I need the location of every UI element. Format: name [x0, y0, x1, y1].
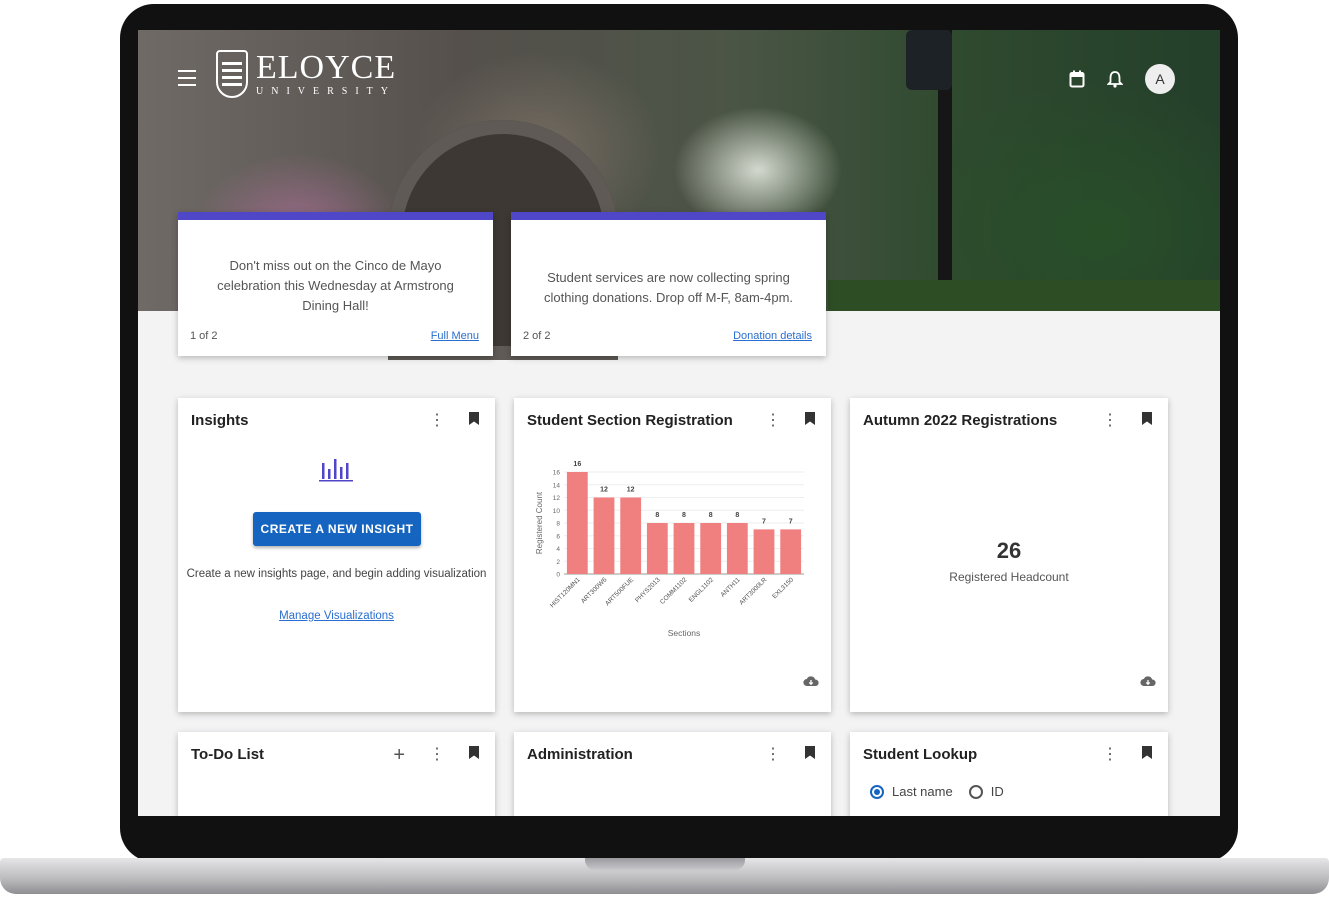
crest-icon	[216, 50, 248, 98]
x-tick-label: ANTH11	[720, 576, 743, 599]
data-label: 16	[573, 461, 581, 468]
more-options-icon[interactable]: ⋮	[1102, 746, 1118, 764]
insights-card: Insights ⋮ CREATE A NEW INSIGHT Create a…	[178, 398, 495, 712]
card-title: Autumn 2022 Registrations	[863, 412, 1058, 429]
bell-icon[interactable]	[1107, 70, 1123, 88]
y-tick-label: 14	[553, 482, 561, 489]
headcount-label: Registered Headcount	[949, 570, 1069, 584]
x-tick-label: COMM1102	[659, 576, 689, 606]
y-tick-label: 2	[556, 559, 560, 566]
y-tick-label: 8	[556, 521, 560, 528]
card-title: Insights	[191, 412, 249, 429]
x-axis-label: Sections	[668, 628, 701, 638]
id-label: ID	[990, 784, 1004, 799]
x-tick-label: PHYS2013	[634, 576, 662, 604]
data-label: 7	[762, 518, 766, 525]
data-label: 8	[735, 512, 739, 519]
card-title: To-Do List	[191, 746, 265, 763]
y-tick-label: 4	[556, 546, 560, 553]
chart-bar	[620, 497, 642, 574]
chart-bar	[753, 529, 775, 574]
card-title: Student Section Registration	[527, 412, 733, 429]
cloud-download-icon[interactable]	[1140, 674, 1156, 692]
last-name-radio[interactable]	[870, 784, 884, 799]
bookmark-icon[interactable]	[469, 746, 479, 764]
chart-bar	[780, 529, 802, 574]
chart-bar	[646, 523, 668, 574]
user-avatar[interactable]: A	[1145, 64, 1175, 94]
data-label: 8	[682, 512, 686, 519]
data-label: 8	[655, 512, 659, 519]
announcement-card-2: Student services are now collecting spri…	[511, 212, 826, 356]
menu-icon[interactable]	[178, 70, 196, 86]
more-options-icon[interactable]: ⋮	[765, 412, 781, 430]
lookup-options: Last name ID	[870, 784, 1004, 799]
laptop-notch	[585, 858, 745, 870]
chart-bar	[673, 523, 695, 574]
y-tick-label: 0	[556, 572, 560, 579]
brand-name: ELOYCE	[256, 49, 397, 86]
id-radio[interactable]	[968, 784, 983, 799]
chart-bar	[566, 472, 588, 574]
data-label: 12	[627, 487, 635, 494]
bookmark-icon[interactable]	[805, 746, 815, 764]
bookmark-icon[interactable]	[469, 412, 479, 430]
last-name-label: Last name	[892, 784, 953, 799]
registration-card: Student Section Registration ⋮ 0 2 4 6 8 10 12…	[514, 398, 831, 712]
announcement-count: 1 of 2	[190, 330, 218, 342]
chart-bar	[726, 523, 748, 574]
y-tick-label: 16	[553, 470, 561, 477]
administration-card: Administration ⋮	[514, 732, 831, 816]
full-menu-link[interactable]: Full Menu	[431, 330, 479, 342]
y-tick-label: 12	[553, 495, 561, 502]
registration-chart: 0 2 4 6 8 10 12 14 16 16 HIST120MN1 12 ART300W6 12 ART…	[535, 461, 804, 638]
data-label: 12	[600, 487, 608, 494]
bookmark-icon[interactable]	[1142, 412, 1152, 430]
more-options-icon[interactable]: ⋮	[765, 746, 781, 764]
more-options-icon[interactable]: ⋮	[429, 746, 445, 764]
manage-visualizations-link[interactable]: Manage Visualizations	[178, 610, 495, 622]
bookmark-icon[interactable]	[805, 412, 815, 430]
screen: ELOYCE UNIVERSITY A Don't miss out on th…	[138, 30, 1220, 816]
brand-subtitle: UNIVERSITY	[256, 86, 396, 97]
calendar-icon[interactable]	[1069, 70, 1085, 88]
card-title: Administration	[527, 746, 633, 763]
hero-hedge	[828, 280, 1220, 311]
announcement-count: 2 of 2	[523, 330, 551, 342]
x-tick-label: ENGL1102	[688, 576, 716, 604]
more-options-icon[interactable]: ⋮	[429, 412, 445, 430]
top-bar: ELOYCE UNIVERSITY A	[138, 30, 1220, 130]
x-tick-label: HIST120MN1	[549, 576, 582, 609]
more-options-icon[interactable]: ⋮	[1102, 412, 1118, 430]
student-lookup-card: Student Lookup ⋮ Last name ID	[850, 732, 1168, 816]
chart-bar	[700, 523, 722, 574]
top-icons: A	[1069, 64, 1175, 94]
announcement-card-1: Don't miss out on the Cinco de Mayo cele…	[178, 212, 493, 356]
announcement-message: Don't miss out on the Cinco de Mayo cele…	[217, 258, 454, 313]
laptop-base	[0, 858, 1329, 894]
bar-chart-icon	[318, 455, 354, 488]
create-insight-button[interactable]: CREATE A NEW INSIGHT	[253, 512, 421, 546]
headcount-value: 26	[996, 538, 1022, 563]
university-logo[interactable]: ELOYCE UNIVERSITY	[216, 50, 396, 98]
donation-details-link[interactable]: Donation details	[733, 330, 812, 342]
y-tick-label: 6	[556, 533, 560, 540]
insight-description: Create a new insights page, and begin ad…	[186, 568, 487, 580]
y-axis-label: Registered Count	[535, 491, 544, 554]
card-title: Student Lookup	[863, 746, 978, 763]
add-icon[interactable]: +	[393, 745, 405, 765]
x-tick-label: EXL3150	[771, 576, 795, 600]
announcement-message: Student services are now collecting spri…	[543, 270, 794, 305]
x-tick-label: ART3000LR	[738, 576, 768, 606]
autumn-registrations-card: Autumn 2022 Registrations ⋮ 26 Registere…	[850, 398, 1168, 712]
bookmark-icon[interactable]	[1142, 746, 1152, 764]
cloud-download-icon[interactable]	[803, 674, 819, 692]
x-tick-label: ART300W6	[580, 576, 609, 605]
data-label: 7	[789, 518, 793, 525]
chart-bar	[593, 497, 615, 574]
x-tick-label: ART500FUE	[604, 576, 635, 607]
todo-card: To-Do List + ⋮	[178, 732, 495, 816]
y-tick-label: 10	[553, 508, 561, 515]
data-label: 8	[709, 512, 713, 519]
